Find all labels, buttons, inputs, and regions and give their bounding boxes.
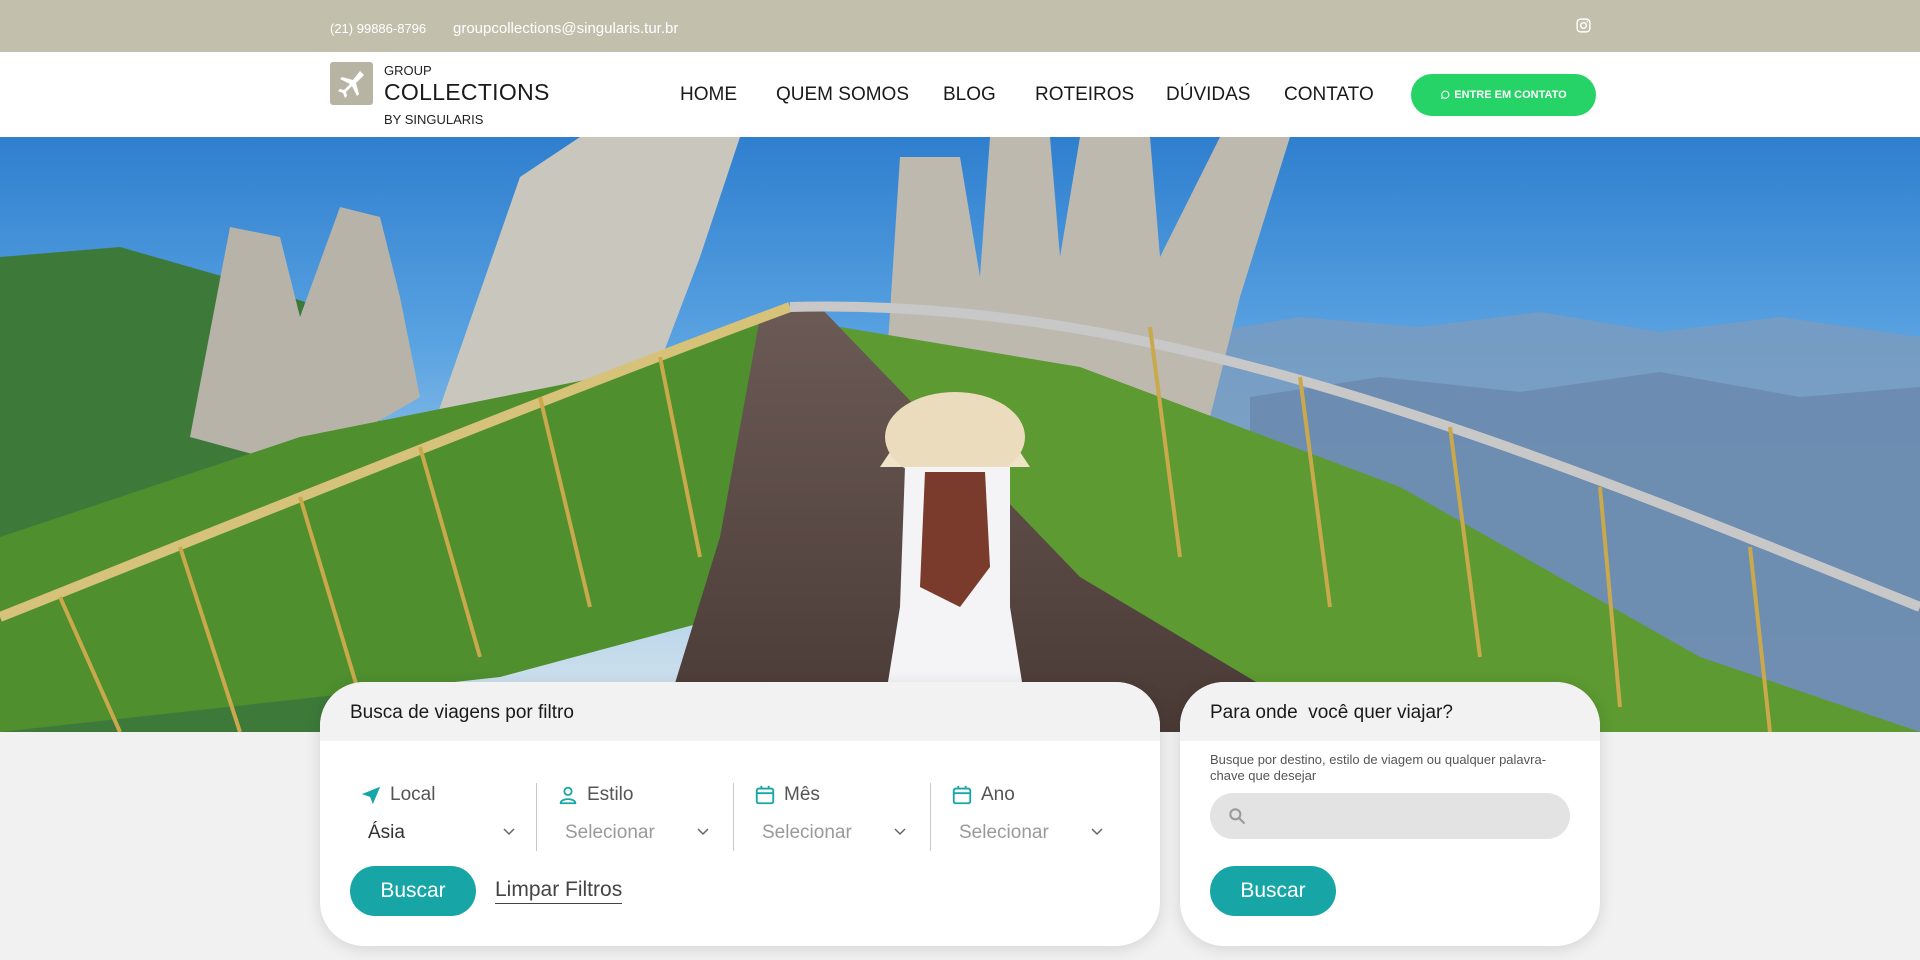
filter-ano-label: Ano <box>981 784 1015 805</box>
filter-divider <box>536 783 537 851</box>
top-bar: (21) 99886-8796 groupcollections@singula… <box>0 0 1920 52</box>
filter-mes-value: Selecionar <box>762 822 852 843</box>
nav-duvidas[interactable]: DÚVIDAS <box>1166 84 1250 106</box>
whatsapp-icon <box>1441 90 1450 100</box>
filter-card-title: Busca de viagens por filtro <box>350 702 574 723</box>
filter-mes[interactable]: Mês Selecionar <box>754 779 906 849</box>
keyword-search-button[interactable]: Buscar <box>1210 866 1336 916</box>
chevron-down-icon <box>894 828 906 836</box>
clear-filters-link[interactable]: Limpar Filtros <box>495 878 623 904</box>
search-card-title: Para onde você quer viajar? <box>1210 702 1453 723</box>
nav-roteiros[interactable]: ROTEIROS <box>1035 84 1134 106</box>
filter-divider <box>733 783 734 851</box>
nav-home[interactable]: HOME <box>680 84 737 106</box>
nav-contato[interactable]: CONTATO <box>1284 84 1374 106</box>
search-icon <box>1229 808 1246 825</box>
filter-ano-value: Selecionar <box>959 822 1049 843</box>
logo-line-group: GROUP <box>384 63 432 78</box>
filter-mes-label: Mês <box>784 784 820 805</box>
search-description: Busque por destino, estilo de viagem ou … <box>1210 752 1547 783</box>
nav-quem-somos[interactable]: QUEM SOMOS <box>776 84 909 106</box>
filter-estilo-label: Estilo <box>587 784 634 805</box>
calendar-icon <box>755 785 775 805</box>
logo-line-collections: COLLECTIONS <box>384 79 550 105</box>
hero-image <box>0 137 1920 732</box>
search-input[interactable] <box>1210 793 1570 839</box>
hero-illustration <box>0 137 1920 732</box>
filter-estilo-value: Selecionar <box>565 822 655 843</box>
nav-blog[interactable]: BLOG <box>943 84 996 106</box>
airplane-icon <box>338 71 364 98</box>
filter-ano[interactable]: Ano Selecionar <box>951 779 1103 849</box>
phone-number[interactable]: (21) 99886-8796 <box>330 21 426 36</box>
user-icon <box>559 786 577 805</box>
filter-local-value: Ásia <box>368 822 405 843</box>
filter-card: Busca de viagens por filtro Local Ásia E… <box>320 682 1160 946</box>
chevron-down-icon <box>1091 828 1103 836</box>
email-link[interactable]: groupcollections@singularis.tur.br <box>453 20 678 37</box>
calendar-icon <box>952 785 972 805</box>
chevron-down-icon <box>697 828 709 836</box>
logo-line-singularis: BY SINGULARIS <box>384 112 484 127</box>
filter-search-button[interactable]: Buscar <box>350 866 476 916</box>
contact-button-label: ENTRE EM CONTATO <box>1454 89 1567 101</box>
filter-local-label: Local <box>390 784 436 805</box>
filter-divider <box>930 783 931 851</box>
contact-button[interactable]: ENTRE EM CONTATO <box>1411 74 1596 116</box>
filter-local[interactable]: Local Ásia <box>360 779 515 849</box>
instagram-icon[interactable] <box>1575 17 1592 34</box>
chevron-down-icon <box>503 828 515 836</box>
site-header: GROUP COLLECTIONS BY SINGULARIS HOME QUE… <box>0 52 1920 137</box>
keyword-search-card: Para onde você quer viajar? Busque por d… <box>1180 682 1600 946</box>
paper-plane-icon <box>361 786 381 805</box>
logo-mark[interactable] <box>330 62 373 105</box>
filter-estilo[interactable]: Estilo Selecionar <box>557 779 709 849</box>
